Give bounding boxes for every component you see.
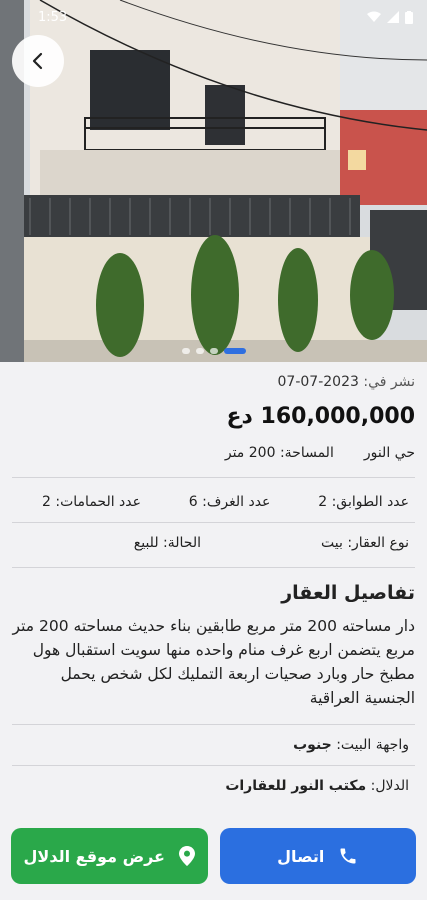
area-label: المساحة: <box>279 445 334 461</box>
baths-value: 2 <box>42 494 51 510</box>
status-time: 1:53 <box>38 9 68 25</box>
battery-icon <box>405 10 413 24</box>
baths-label: عدد الحمامات: <box>55 494 141 510</box>
posted-date: 2023-07-07 <box>277 374 359 390</box>
description: دار مساحته 200 متر مربع طابقين بناء حديث… <box>12 617 415 707</box>
broker-row: الدلال: مكتب النور للعقارات <box>12 766 415 806</box>
rooms-value: 6 <box>188 494 198 510</box>
floors-label: عدد الطوابق: <box>331 494 409 510</box>
property-photo <box>0 0 427 362</box>
posted-date-row: نشر في: 2023-07-07 <box>12 374 415 390</box>
broker-value: مكتب النور للعقارات <box>225 778 367 794</box>
carousel-dot <box>181 348 190 354</box>
posted-label: نشر في: <box>363 374 415 390</box>
phone-icon <box>340 848 356 864</box>
baths-stat: عدد الحمامات: 2 <box>42 494 141 510</box>
rooms-stat: عدد الغرف: 6 <box>189 494 271 510</box>
status-bar: 1:53 <box>0 0 427 34</box>
action-bar: عرض موقع الدلال اتصال <box>0 824 427 900</box>
status-label: الحالة: <box>163 535 201 551</box>
back-button[interactable] <box>12 35 64 87</box>
divider <box>12 567 415 568</box>
property-stats: عدد الطوابق: 2 عدد الغرف: 6 عدد الحمامات… <box>12 478 415 522</box>
carousel-dot <box>209 348 218 354</box>
area-value: 200 متر <box>224 445 276 461</box>
broker-location-label: عرض موقع الدلال <box>23 846 165 866</box>
signal-icon <box>387 11 399 23</box>
status-value: للبيع <box>133 535 159 551</box>
listing-details: نشر في: 2023-07-07 160,000,000 دع حي الن… <box>0 362 427 824</box>
property-type: نوع العقار: بيت <box>321 535 409 551</box>
location-pin-icon <box>178 846 195 866</box>
facing-row: واجهة البيت: جنوب <box>12 725 415 765</box>
floors-value: 2 <box>318 494 328 510</box>
facing-label: واجهة البيت: <box>336 737 409 753</box>
call-button[interactable]: اتصال <box>219 828 416 884</box>
details-title: تفاصيل العقار <box>281 582 415 604</box>
district: حي النور <box>363 445 415 461</box>
rooms-label: عدد الغرف: <box>202 494 271 510</box>
price: 160,000,000 دع <box>226 404 415 429</box>
broker-label: الدلال: <box>370 778 409 794</box>
listing-status: الحالة: للبيع <box>134 535 201 551</box>
call-label: اتصال <box>277 846 325 866</box>
property-photo-carousel[interactable]: 1:53 <box>0 0 427 362</box>
carousel-dot <box>195 348 204 354</box>
chevron-left-icon <box>32 52 43 70</box>
carousel-dot-active <box>223 348 246 354</box>
broker-location-button[interactable]: عرض موقع الدلال <box>11 828 208 884</box>
location-area-row: حي النور المساحة: 200 متر <box>12 445 415 461</box>
wifi-icon <box>367 11 381 22</box>
type-status-row: نوع العقار: بيت الحالة: للبيع <box>12 523 415 567</box>
carousel-indicator <box>181 348 246 354</box>
type-value: بيت <box>321 535 343 551</box>
floors-stat: عدد الطوابق: 2 <box>318 494 409 510</box>
type-label: نوع العقار: <box>347 535 409 551</box>
facing-value: جنوب <box>293 737 332 753</box>
area: المساحة: 200 متر <box>225 445 334 461</box>
